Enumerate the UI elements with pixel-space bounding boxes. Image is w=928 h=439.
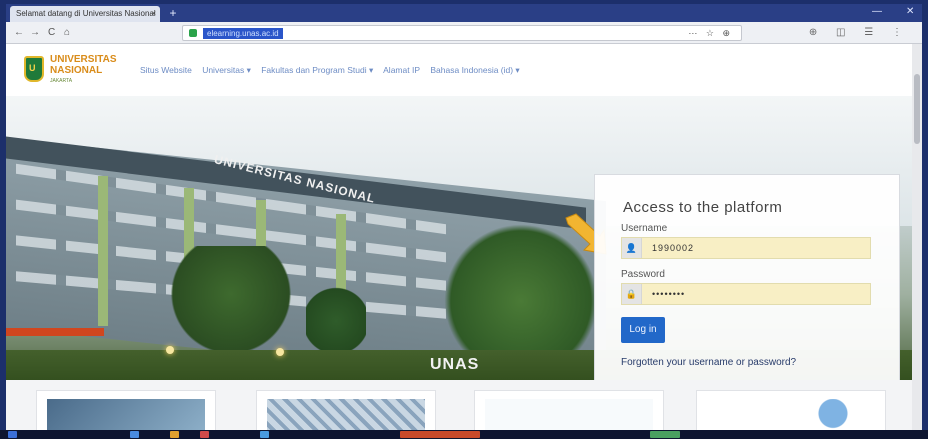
login-panel: Access to the platform Username 👤 199000… xyxy=(594,174,900,402)
web-page: U UNIVERSITAS NASIONAL JAKARTA Situs Web… xyxy=(6,44,912,430)
navigation-bar: ← → C ⌂ elearning.unas.ac.id ⋯ ☆ ⊕ ⊕ ◫ ☰… xyxy=(6,22,922,44)
url-actions[interactable]: ⋯ ☆ ⊕ xyxy=(688,28,733,39)
tab-strip: Selamat datang di Universitas Nasional ×… xyxy=(6,4,922,22)
password-value: •••••••• xyxy=(652,289,686,299)
scroll-thumb[interactable] xyxy=(914,74,920,144)
new-tab-button[interactable]: + xyxy=(166,6,180,20)
course-card[interactable] xyxy=(474,390,664,430)
course-card[interactable] xyxy=(36,390,216,430)
login-title: Access to the platform xyxy=(623,199,783,216)
card-image xyxy=(707,399,875,430)
menu-item-ip[interactable]: Alamat IP xyxy=(383,65,420,75)
taskbar-app-icon[interactable] xyxy=(130,431,139,438)
menu-item-universitas[interactable]: Universitas ▾ xyxy=(202,65,251,75)
url-text[interactable]: elearning.unas.ac.id xyxy=(203,28,283,39)
address-bar[interactable]: elearning.unas.ac.id ⋯ ☆ ⊕ xyxy=(182,25,742,41)
building-pillar xyxy=(98,176,108,326)
os-taskbar xyxy=(0,430,928,439)
start-icon[interactable] xyxy=(8,431,17,438)
toolbar-icons[interactable]: ⊕ ◫ ☰ ⋮ xyxy=(809,27,910,38)
user-icon: 👤 xyxy=(622,238,642,258)
lamp xyxy=(276,348,284,356)
logo-line1: UNIVERSITAS xyxy=(50,54,117,65)
red-signboard xyxy=(6,328,104,336)
minimize-icon[interactable]: — xyxy=(872,6,882,17)
course-card[interactable] xyxy=(696,390,886,430)
taskbar-app-icon[interactable] xyxy=(200,431,209,438)
home-icon[interactable]: ⌂ xyxy=(64,27,70,38)
logo-subtitle: JAKARTA xyxy=(50,78,73,84)
site-logo-text[interactable]: UNIVERSITAS NASIONAL xyxy=(50,54,130,76)
username-field[interactable]: 👤 1990002 xyxy=(621,237,871,259)
back-icon[interactable]: ← xyxy=(14,27,24,38)
menu-item-language[interactable]: Bahasa Indonesia (id) ▾ xyxy=(430,65,519,75)
username-label: Username xyxy=(621,223,668,234)
reload-icon[interactable]: C xyxy=(48,27,55,38)
menu-item-website[interactable]: Situs Website xyxy=(140,65,192,75)
login-button[interactable]: Log in xyxy=(621,317,665,343)
secure-lock-icon xyxy=(189,29,197,37)
tab-close-icon[interactable]: × xyxy=(151,9,156,18)
course-cards xyxy=(6,380,912,430)
browser-window: Selamat datang di Universitas Nasional ×… xyxy=(0,0,928,439)
close-window-icon[interactable]: ✕ xyxy=(906,6,914,17)
course-card[interactable] xyxy=(256,390,436,430)
forgot-password-link[interactable]: Forgotten your username or password? xyxy=(621,357,796,368)
logo-line2: NASIONAL xyxy=(50,65,103,76)
password-label: Password xyxy=(621,269,665,280)
taskbar-app-icon[interactable] xyxy=(260,431,269,438)
lamp xyxy=(166,346,174,354)
building-sign: UNAS xyxy=(430,356,480,373)
taskbar-active-app[interactable] xyxy=(400,431,480,438)
main-menu: Situs Website Universitas ▾ Fakultas dan… xyxy=(140,65,528,76)
site-header: U UNIVERSITAS NASIONAL JAKARTA Situs Web… xyxy=(6,44,912,96)
lock-icon: 🔒 xyxy=(622,284,642,304)
tab-title: Selamat datang di Universitas Nasional xyxy=(16,9,156,18)
username-value: 1990002 xyxy=(652,243,695,253)
password-field[interactable]: 🔒 •••••••• xyxy=(621,283,871,305)
browser-tab[interactable]: Selamat datang di Universitas Nasional × xyxy=(10,6,160,22)
scrollbar[interactable] xyxy=(912,44,922,430)
forward-icon[interactable]: → xyxy=(30,27,40,38)
card-image xyxy=(485,399,653,430)
taskbar-app-icon[interactable] xyxy=(170,431,179,438)
university-logo-icon[interactable]: U xyxy=(24,56,44,82)
card-image xyxy=(267,399,425,430)
taskbar-app-icon[interactable] xyxy=(650,431,680,438)
card-image xyxy=(47,399,205,430)
menu-item-fakultas[interactable]: Fakultas dan Program Studi ▾ xyxy=(261,65,373,75)
